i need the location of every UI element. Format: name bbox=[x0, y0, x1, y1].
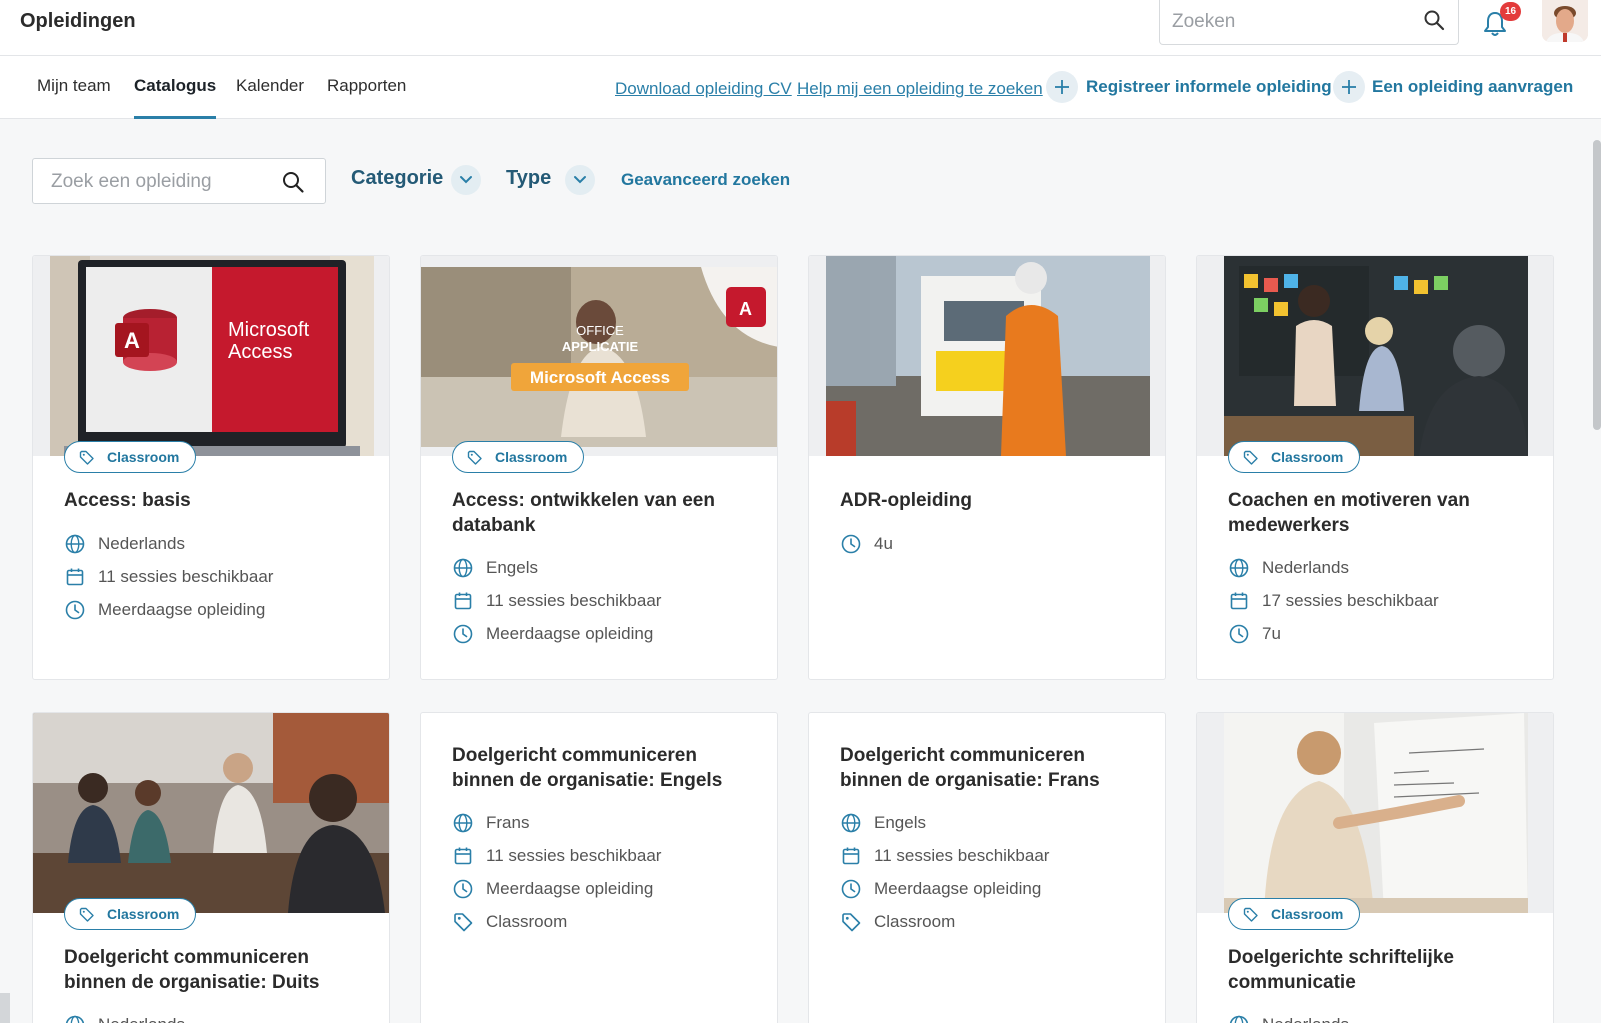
type-filter[interactable]: Type bbox=[506, 167, 551, 190]
help-search-link[interactable]: Help mij een opleiding te zoeken bbox=[797, 79, 1043, 99]
office-banner: Microsoft Access bbox=[530, 368, 670, 387]
access-logo-letter: A bbox=[124, 328, 140, 353]
category-filter[interactable]: Categorie bbox=[351, 167, 443, 190]
avatar[interactable] bbox=[1542, 0, 1588, 42]
course-image bbox=[33, 713, 389, 913]
globe-icon bbox=[1228, 1014, 1250, 1023]
global-search[interactable] bbox=[1159, 0, 1459, 45]
tab-catalogus[interactable]: Catalogus bbox=[134, 76, 217, 119]
download-cv-link[interactable]: Download opleiding CV bbox=[615, 79, 792, 99]
calendar-icon bbox=[452, 590, 474, 612]
calendar-icon bbox=[64, 566, 86, 588]
search-icon[interactable] bbox=[1422, 8, 1446, 32]
tag-icon bbox=[1243, 450, 1259, 466]
calendar-icon bbox=[452, 845, 474, 867]
classroom-tag: Classroom bbox=[64, 441, 197, 473]
top-bar: Opleidingen 16 bbox=[0, 0, 1601, 56]
course-image: A Microsoft Access bbox=[33, 256, 389, 456]
course-card[interactable]: Classroom Doelgericht communiceren binne… bbox=[32, 712, 390, 1023]
search-icon[interactable] bbox=[281, 170, 305, 194]
tag-icon bbox=[79, 907, 95, 923]
classroom-tag: Classroom bbox=[1228, 441, 1361, 473]
chevron-down-icon[interactable] bbox=[451, 165, 481, 195]
course-image bbox=[1197, 256, 1553, 456]
course-card[interactable]: Classroom Coachen en motiveren van medew… bbox=[1196, 255, 1554, 680]
clock-icon bbox=[840, 878, 862, 900]
course-title[interactable]: Access: basis bbox=[64, 488, 364, 513]
globe-icon bbox=[452, 557, 474, 579]
globe-icon bbox=[64, 1014, 86, 1023]
course-title[interactable]: Doelgericht communiceren binnen de organ… bbox=[840, 743, 1140, 793]
tab-mijn-team[interactable]: Mijn team bbox=[37, 76, 111, 119]
global-search-input[interactable] bbox=[1172, 10, 1412, 34]
course-image: A OFFICE APPLICATIE Microsoft Access bbox=[421, 256, 777, 456]
scrollbar[interactable] bbox=[1593, 140, 1601, 430]
course-title[interactable]: Doelgericht communiceren binnen de organ… bbox=[452, 743, 752, 793]
clock-icon bbox=[1228, 623, 1250, 645]
clock-icon bbox=[452, 878, 474, 900]
globe-icon bbox=[452, 812, 474, 834]
tag-icon bbox=[79, 450, 95, 466]
catalog-search-input[interactable] bbox=[51, 170, 271, 194]
course-image bbox=[809, 256, 1165, 456]
plus-icon[interactable] bbox=[1046, 71, 1078, 103]
course-title[interactable]: ADR-opleiding bbox=[840, 488, 1140, 513]
tag-icon bbox=[1243, 907, 1259, 923]
calendar-icon bbox=[840, 845, 862, 867]
course-card[interactable]: A Microsoft Access Classroom Access: bas… bbox=[32, 255, 390, 680]
tag-icon bbox=[467, 450, 483, 466]
clock-icon bbox=[840, 533, 862, 555]
clock-icon bbox=[64, 599, 86, 621]
clock-icon bbox=[452, 623, 474, 645]
tag-icon bbox=[840, 911, 862, 933]
course-title[interactable]: Doelgericht communiceren binnen de organ… bbox=[64, 945, 364, 995]
request-training-button[interactable]: Een opleiding aanvragen bbox=[1372, 77, 1573, 97]
access-brand-line2: Access bbox=[228, 341, 292, 363]
register-informal-button[interactable]: Registreer informele opleiding bbox=[1086, 77, 1332, 97]
horizontal-scroll-handle[interactable] bbox=[0, 993, 10, 1023]
course-card[interactable]: ADR-opleiding 4u bbox=[808, 255, 1166, 680]
course-title[interactable]: Coachen en motiveren van medewerkers bbox=[1228, 488, 1528, 538]
course-image bbox=[1197, 713, 1553, 913]
globe-icon bbox=[1228, 557, 1250, 579]
nav-bar: Mijn team Catalogus Kalender Rapporten D… bbox=[0, 56, 1601, 119]
notification-badge: 16 bbox=[1500, 2, 1521, 21]
office-line2: APPLICATIE bbox=[562, 339, 639, 354]
calendar-icon bbox=[1228, 590, 1250, 612]
tag-icon bbox=[452, 911, 474, 933]
course-card[interactable]: Doelgericht communiceren binnen de organ… bbox=[420, 712, 778, 1023]
app-title: Opleidingen bbox=[20, 10, 136, 32]
course-card[interactable]: A OFFICE APPLICATIE Microsoft Access Cla… bbox=[420, 255, 778, 680]
course-title[interactable]: Access: ontwikkelen van een databank bbox=[452, 488, 752, 538]
classroom-tag: Classroom bbox=[1228, 898, 1361, 930]
catalog-search[interactable] bbox=[32, 158, 326, 204]
classroom-tag: Classroom bbox=[64, 898, 197, 930]
access-logo-letter: A bbox=[739, 299, 752, 319]
course-card[interactable]: Doelgericht communiceren binnen de organ… bbox=[808, 712, 1166, 1023]
course-card[interactable]: Classroom Doelgerichte schriftelijke com… bbox=[1196, 712, 1554, 1023]
chevron-down-icon[interactable] bbox=[565, 165, 595, 195]
tab-rapporten[interactable]: Rapporten bbox=[327, 76, 406, 119]
office-line1: OFFICE bbox=[576, 323, 624, 338]
classroom-tag: Classroom bbox=[452, 441, 585, 473]
access-brand-line1: Microsoft bbox=[228, 319, 310, 341]
globe-icon bbox=[840, 812, 862, 834]
plus-icon[interactable] bbox=[1333, 71, 1365, 103]
tab-kalender[interactable]: Kalender bbox=[236, 76, 304, 119]
advanced-search-link[interactable]: Geavanceerd zoeken bbox=[621, 170, 790, 190]
globe-icon bbox=[64, 533, 86, 555]
course-title[interactable]: Doelgerichte schriftelijke communicatie bbox=[1228, 945, 1528, 995]
